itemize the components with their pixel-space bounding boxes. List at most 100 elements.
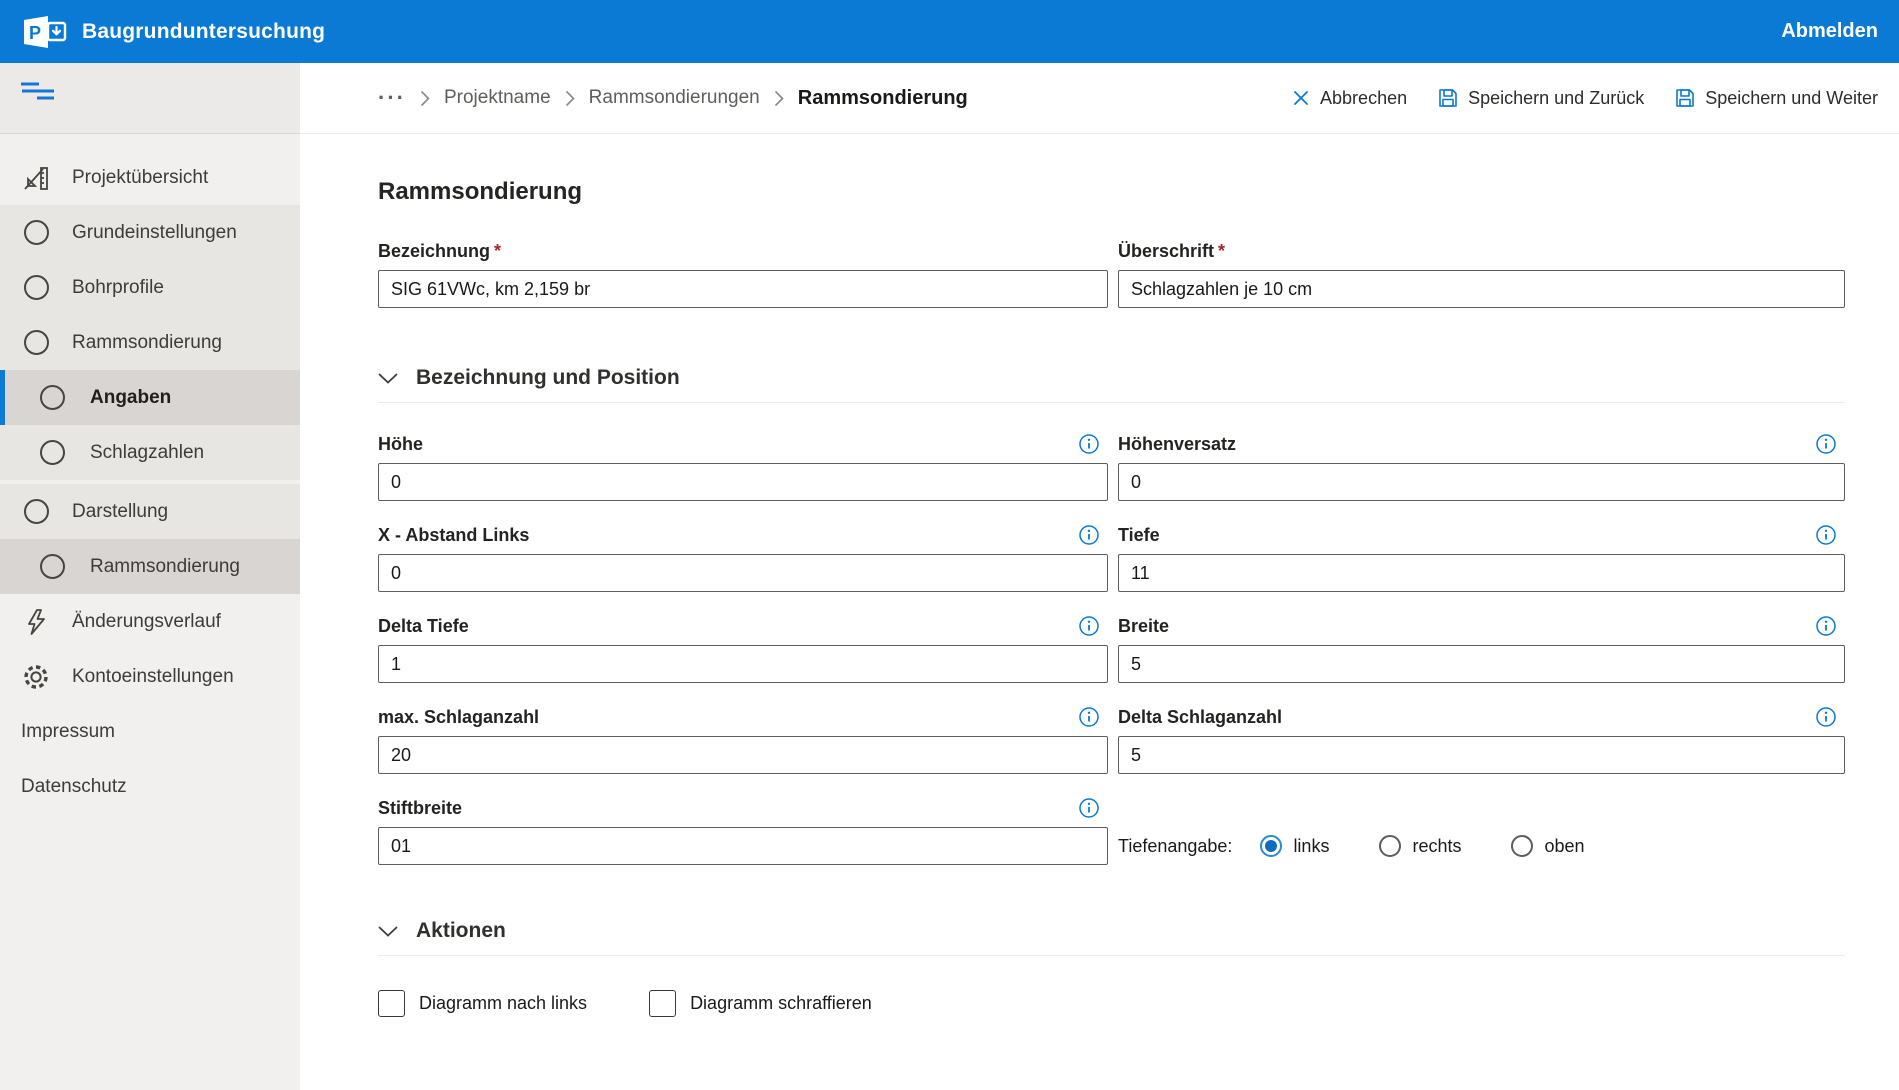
sidebar-item-angaben[interactable]: Angaben — [0, 370, 300, 425]
chevron-right-icon — [565, 90, 575, 107]
sidebar-item-rammsondierung[interactable]: Rammsondierung — [0, 315, 300, 370]
tiefe-input[interactable] — [1118, 554, 1845, 592]
checkbox-diagramm-schraffieren[interactable]: Diagramm schraffieren — [649, 990, 872, 1017]
save-and-back-button[interactable]: Speichern und Zurück — [1437, 87, 1644, 109]
field-hoehenversatz: Höhenversatz — [1118, 433, 1845, 501]
required-marker: * — [1218, 241, 1225, 261]
logout-button[interactable]: Abmelden — [1781, 20, 1878, 43]
breite-input[interactable] — [1118, 645, 1845, 683]
top-fields: Bezeichnung* Überschrift* — [378, 240, 1845, 308]
save-and-back-label: Speichern und Zurück — [1468, 88, 1644, 109]
breadcrumb-overflow-button[interactable]: ··· — [378, 93, 406, 103]
max-schlaganzahl-input[interactable] — [378, 736, 1108, 774]
app-root: P Baugrunduntersuchung Abmelden — [0, 0, 1899, 1090]
info-icon[interactable] — [1078, 433, 1100, 455]
main-area: ··· Projektname Rammsondierungen Rammson… — [300, 63, 1899, 1090]
field-x-abstand-links: X - Abstand Links — [378, 524, 1108, 592]
hoehenversatz-input[interactable] — [1118, 463, 1845, 501]
field-breite: Breite — [1118, 615, 1845, 683]
cancel-button-label: Abbrechen — [1320, 88, 1407, 109]
info-icon[interactable] — [1078, 706, 1100, 728]
app-header: P Baugrunduntersuchung Abmelden — [0, 0, 1899, 63]
page-title: Rammsondierung — [378, 178, 1845, 206]
field-tiefenangabe: Tiefenangabe: links rechts — [1118, 797, 1845, 865]
sidebar-item-label: Projektübersicht — [72, 167, 208, 189]
form-content: Rammsondierung Bezeichnung* Überschrift* — [300, 134, 1899, 1017]
sidebar-item-datenschutz[interactable]: Datenschutz — [0, 759, 300, 814]
sidebar-item-kontoeinstellungen[interactable]: Kontoeinstellungen — [0, 649, 300, 704]
save-and-next-button[interactable]: Speichern und Weiter — [1674, 87, 1878, 109]
field-label: Bezeichnung* — [378, 241, 501, 262]
save-icon — [1674, 87, 1696, 109]
checkbox-icon — [649, 990, 676, 1017]
field-delta-schlaganzahl: Delta Schlaganzahl — [1118, 706, 1845, 774]
sidebar-item-aenderungsverlauf[interactable]: Änderungsverlauf — [0, 594, 300, 649]
section-bezeichnung-und-position[interactable]: Bezeichnung und Position — [378, 366, 1845, 403]
sidebar-item-impressum[interactable]: Impressum — [0, 704, 300, 759]
field-tiefe: Tiefe — [1118, 524, 1845, 592]
sidebar-item-projektuebersicht[interactable]: Projektübersicht — [0, 150, 300, 205]
menu-toggle-icon[interactable] — [20, 81, 56, 101]
sidebar-item-label: Kontoeinstellungen — [72, 666, 234, 688]
sidebar-item-bohrprofile[interactable]: Bohrprofile — [0, 260, 300, 315]
info-icon[interactable] — [1815, 524, 1837, 546]
radio-oben[interactable]: oben — [1511, 835, 1584, 857]
delta-tiefe-input[interactable] — [378, 645, 1108, 683]
field-label: Überschrift* — [1118, 241, 1225, 262]
field-label: Höhenversatz — [1118, 434, 1236, 455]
sidebar-item-darstellung[interactable]: Darstellung — [0, 484, 300, 539]
gear-icon — [22, 663, 50, 691]
breadcrumb-rammsondierungen[interactable]: Rammsondierungen — [589, 87, 760, 109]
x-abstand-links-input[interactable] — [378, 554, 1108, 592]
header-brand: P Baugrunduntersuchung — [22, 14, 325, 50]
info-icon[interactable] — [1078, 615, 1100, 637]
section-title: Bezeichnung und Position — [416, 366, 680, 390]
sidebar-item-schlagzahlen[interactable]: Schlagzahlen — [0, 425, 300, 480]
sidebar-group-darstellung: Darstellung Rammsondierung — [0, 484, 300, 594]
breadcrumb-projektname[interactable]: Projektname — [444, 87, 551, 109]
breadcrumb-current: Rammsondierung — [798, 87, 968, 110]
sidebar-item-grundeinstellungen[interactable]: Grundeinstellungen — [0, 205, 300, 260]
info-icon[interactable] — [1078, 797, 1100, 819]
sidebar-item-label: Darstellung — [72, 501, 168, 523]
radio-button-icon — [1260, 835, 1282, 857]
close-icon — [1291, 88, 1311, 108]
section-aktionen[interactable]: Aktionen — [378, 919, 1845, 956]
circle-icon — [22, 499, 50, 524]
sidebar-item-label: Datenschutz — [21, 776, 127, 798]
field-label: Stiftbreite — [378, 798, 462, 819]
info-icon[interactable] — [1815, 706, 1837, 728]
field-delta-tiefe: Delta Tiefe — [378, 615, 1108, 683]
checkbox-icon — [378, 990, 405, 1017]
bezeichnung-input[interactable] — [378, 270, 1108, 308]
radio-rechts[interactable]: rechts — [1379, 835, 1461, 857]
field-label: Tiefe — [1118, 525, 1160, 546]
sidebar-item-label: Bohrprofile — [72, 277, 164, 299]
cancel-button[interactable]: Abbrechen — [1291, 88, 1407, 109]
delta-schlaganzahl-input[interactable] — [1118, 736, 1845, 774]
checkbox-diagramm-nach-links[interactable]: Diagramm nach links — [378, 990, 587, 1017]
sidebar-group-rammsondierung: Grundeinstellungen Bohrprofile Rammsondi… — [0, 205, 300, 480]
chevron-down-icon — [378, 373, 398, 384]
svg-text:P: P — [29, 23, 41, 43]
required-marker: * — [494, 241, 501, 261]
sidebar-item-label: Grundeinstellungen — [72, 222, 237, 244]
stiftbreite-input[interactable] — [378, 827, 1108, 865]
field-label: max. Schlaganzahl — [378, 707, 539, 728]
field-label: Höhe — [378, 434, 423, 455]
ueberschrift-input[interactable] — [1118, 270, 1845, 308]
info-icon[interactable] — [1815, 615, 1837, 637]
hoehe-input[interactable] — [378, 463, 1108, 501]
radio-button-icon — [1511, 835, 1533, 857]
info-icon[interactable] — [1815, 433, 1837, 455]
circle-icon — [38, 385, 66, 410]
sidebar-item-rammsondierung-darstellung[interactable]: Rammsondierung — [0, 539, 300, 594]
app-title: Baugrunduntersuchung — [82, 20, 325, 44]
position-fields: Höhe Höhenversatz — [378, 433, 1845, 865]
info-icon[interactable] — [1078, 524, 1100, 546]
ruler-icon — [22, 164, 50, 192]
sidebar-item-label: Schlagzahlen — [90, 442, 204, 464]
radio-links[interactable]: links — [1260, 835, 1329, 857]
circle-icon — [38, 440, 66, 465]
app-logo-icon: P — [22, 14, 68, 50]
